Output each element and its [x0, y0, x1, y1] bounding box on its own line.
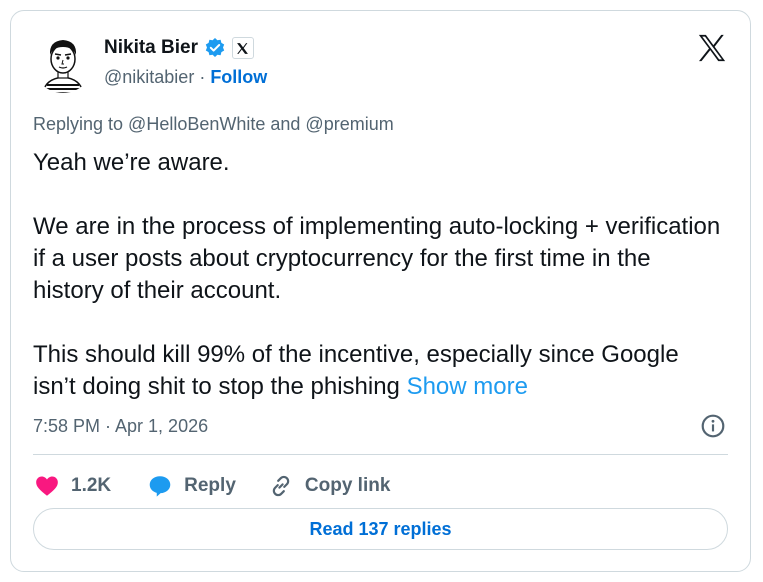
tweet-timestamp[interactable]: 7:58 PM · Apr 1, 2026 [33, 416, 208, 437]
author-handle[interactable]: @nikitabier [104, 67, 194, 88]
x-logo-icon[interactable] [696, 33, 728, 63]
tweet-paragraph-text: This should kill 99% of the incentive, e… [33, 341, 679, 400]
heart-icon [33, 472, 61, 500]
separator-dot: · [199, 67, 206, 87]
divider [33, 454, 728, 455]
verified-badge-icon [204, 37, 226, 59]
author-avatar[interactable] [33, 33, 93, 93]
reply-button[interactable]: Reply [146, 472, 236, 500]
author-name-row: Nikita Bier [104, 35, 254, 61]
author-name[interactable]: Nikita Bier [104, 37, 198, 59]
info-icon[interactable] [700, 413, 726, 439]
tweet-paragraph: We are in the process of implementing au… [33, 213, 721, 304]
like-count: 1.2K [71, 475, 112, 496]
x-affiliation-badge-icon[interactable] [231, 37, 254, 59]
action-bar: 1.2K Reply Copy link [33, 466, 390, 506]
tweet-paragraph: This should kill 99% of the incentive, e… [33, 339, 723, 403]
tweet-paragraph: Yeah we’re aware. [33, 149, 230, 176]
tweet-body: Yeah we’re aware. We are in the process … [33, 147, 723, 403]
follow-button[interactable]: Follow [210, 67, 267, 88]
show-more-link[interactable]: Show more [407, 373, 528, 400]
link-icon [267, 472, 295, 500]
avatar-illustration [33, 33, 93, 93]
read-replies-button[interactable]: Read 137 replies [33, 508, 728, 550]
like-button[interactable]: 1.2K [33, 472, 111, 500]
copy-link-button[interactable]: Copy link [267, 472, 391, 500]
copy-link-label: Copy link [304, 475, 391, 496]
replying-to-text[interactable]: Replying to @HelloBenWhite and @premium [33, 114, 394, 135]
reply-label: Reply [184, 475, 236, 496]
tweet-card: Nikita Bier @nikitabier · Follow Replyin… [10, 10, 751, 572]
author-handle-row: @nikitabier · Follow [104, 67, 267, 88]
reply-bubble-icon [146, 472, 174, 500]
